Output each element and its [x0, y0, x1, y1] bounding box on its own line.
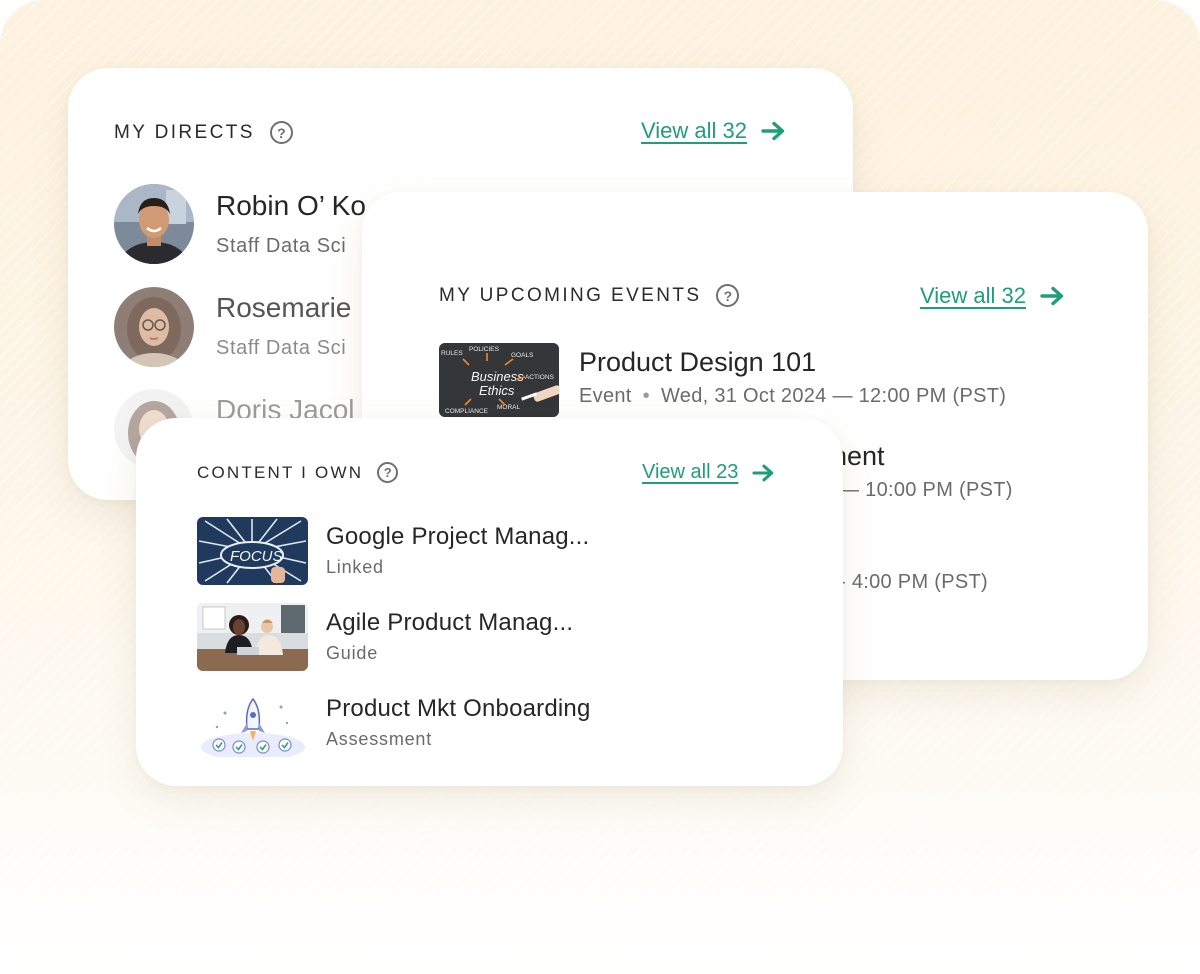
arrow-right-icon	[1040, 286, 1064, 306]
content-type: Assessment	[326, 729, 433, 749]
events-view-all-label: View all 32	[920, 283, 1026, 308]
content-title: CONTENT I OWN	[197, 462, 364, 482]
event-type: Event	[579, 385, 632, 407]
content-title[interactable]: Google Project Manag...	[326, 523, 589, 551]
svg-text:ACTIONS: ACTIONS	[525, 374, 555, 381]
event-title[interactable]: Product Design 101	[579, 347, 816, 378]
arrow-right-icon	[761, 121, 785, 141]
directs-view-all-label: View all 32	[641, 118, 747, 143]
direct-role: Staff Data Sci	[216, 337, 347, 359]
svg-text:MORAL: MORAL	[497, 404, 521, 411]
help-icon[interactable]: ?	[269, 121, 293, 144]
svg-text:GOALS: GOALS	[511, 352, 534, 359]
separator-dot: •	[642, 385, 650, 407]
event-thumbnail[interactable]: Business Ethics RULES POLICIES GOALS ACT…	[439, 343, 559, 417]
svg-text:COMPLIANCE: COMPLIANCE	[445, 408, 489, 415]
my-events-title: MY UPCOMING EVENTS	[439, 284, 702, 306]
svg-text:POLICIES: POLICIES	[469, 346, 500, 353]
svg-text:FOCUS: FOCUS	[230, 548, 283, 565]
avatar[interactable]	[114, 287, 194, 367]
my-directs-header: MY DIRECTS ?	[114, 121, 293, 144]
help-icon[interactable]: ?	[716, 284, 740, 307]
event-datetime: Wed, 31 Oct 2024 — 12:00 PM (PST)	[660, 385, 1007, 407]
content-thumbnail[interactable]	[197, 603, 308, 671]
help-icon[interactable]: ?	[377, 462, 399, 483]
events-view-all-link[interactable]: View all 32	[920, 283, 1066, 309]
direct-name[interactable]: Robin O’ Ko	[216, 190, 366, 222]
direct-name[interactable]: Rosemarie	[216, 292, 351, 324]
svg-text:Business: Business	[471, 369, 524, 384]
my-events-header: MY UPCOMING EVENTS ?	[439, 284, 740, 307]
my-directs-title: MY DIRECTS	[114, 121, 255, 143]
event-datetime: - 4:00 PM (PST)	[839, 571, 988, 593]
content-header: CONTENT I OWN ?	[197, 462, 399, 483]
content-view-all-link[interactable]: View all 23	[642, 461, 776, 484]
rocket-illustration-icon[interactable]	[197, 689, 308, 757]
content-i-own-card: CONTENT I OWN ? View all 23 FOCUS Google…	[136, 418, 843, 786]
event-datetime: — 10:00 PM (PST)	[839, 479, 1013, 501]
content-type: Linked	[326, 557, 384, 577]
avatar[interactable]	[114, 184, 194, 264]
direct-role: Staff Data Sci	[216, 235, 347, 257]
content-title[interactable]: Product Mkt Onboarding	[326, 695, 591, 723]
content-title[interactable]: Agile Product Manag...	[326, 609, 573, 637]
content-view-all-label: View all 23	[642, 461, 739, 483]
arrow-right-icon	[752, 464, 774, 481]
svg-text:RULES: RULES	[441, 350, 463, 357]
content-thumbnail[interactable]: FOCUS	[197, 517, 308, 585]
directs-view-all-link[interactable]: View all 32	[641, 118, 787, 144]
event-meta: Event • Wed, 31 Oct 2024 — 12:00 PM (PST)	[579, 385, 1006, 408]
svg-text:Ethics: Ethics	[479, 383, 515, 398]
content-type: Guide	[326, 643, 379, 663]
